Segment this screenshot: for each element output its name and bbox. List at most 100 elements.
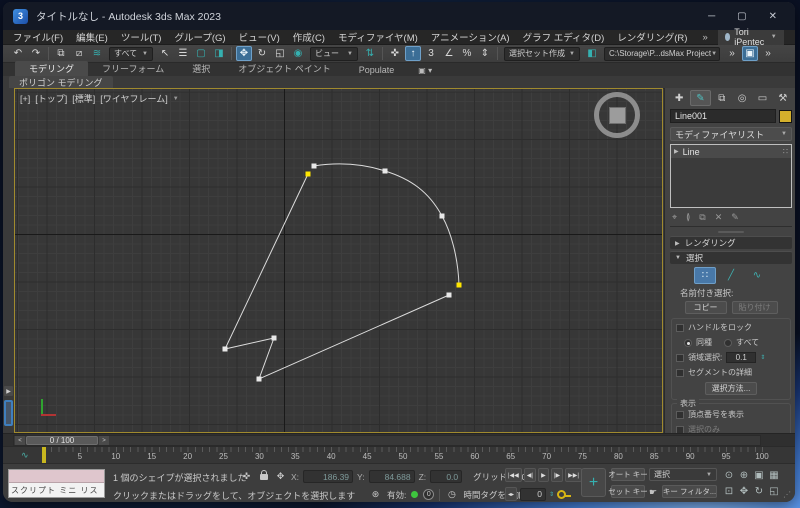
play-button[interactable]: ▶ bbox=[538, 468, 549, 482]
select-place-icon[interactable]: ◉ bbox=[290, 46, 306, 61]
ribbon-tab-3[interactable]: オブジェクト ペイント bbox=[224, 61, 345, 76]
area-selection-checkbox[interactable] bbox=[676, 354, 684, 362]
first-vertex-8[interactable] bbox=[457, 283, 462, 288]
auto-key-button[interactable]: オート キー bbox=[611, 468, 645, 481]
select-by-name-icon[interactable]: ☰ bbox=[175, 46, 191, 61]
keyboard-override-icon[interactable]: ↑ bbox=[405, 46, 421, 61]
undo-icon[interactable]: ↶ bbox=[10, 46, 26, 61]
zoom-all-icon[interactable]: ⊕ bbox=[737, 468, 751, 483]
previous-frame-button[interactable]: ◀| bbox=[524, 468, 536, 482]
mirror-icon[interactable]: ◧ bbox=[584, 46, 600, 61]
absolute-offset-icon[interactable]: ✥ bbox=[274, 470, 287, 483]
paste-button[interactable]: 貼り付け bbox=[732, 301, 778, 314]
vertex-5[interactable] bbox=[312, 164, 317, 169]
redo-icon[interactable]: ↷ bbox=[28, 46, 44, 61]
lock-handles-checkbox[interactable] bbox=[676, 324, 684, 332]
expand-arrow-icon[interactable]: ▶ bbox=[674, 148, 679, 155]
frame-spinner-icon[interactable]: ⇕ bbox=[549, 491, 554, 498]
menu-item-2[interactable]: ツール(T) bbox=[121, 30, 162, 44]
project-folder-combo[interactable]: C:\Storage\P...dsMax Project▼ bbox=[604, 47, 720, 61]
playhead[interactable] bbox=[42, 447, 46, 463]
viewport-top[interactable]: [+][トップ][標準][ワイヤフレーム]▼ bbox=[14, 88, 663, 433]
menu-item-0[interactable]: ファイル(F) bbox=[13, 30, 63, 44]
ribbon-tab-4[interactable]: Populate bbox=[345, 64, 409, 76]
pan-icon[interactable]: ✥ bbox=[737, 484, 751, 499]
percent-snap-icon[interactable]: % bbox=[459, 46, 475, 61]
time-slider-track[interactable]: < 0 / 100 > bbox=[13, 435, 761, 446]
vertex-subobject-button[interactable]: ∷ bbox=[694, 267, 716, 284]
reference-coordinate-combo[interactable]: ビュー▼ bbox=[310, 47, 358, 61]
vertex-6[interactable] bbox=[383, 169, 388, 174]
select-move-icon[interactable]: ✥ bbox=[236, 46, 252, 61]
create-tab[interactable]: ✚ bbox=[670, 90, 688, 106]
maxscript-mini-listener[interactable]: スクリプト ミニ リス bbox=[8, 469, 105, 498]
minimize-button[interactable]: ─ bbox=[708, 11, 715, 22]
menu-item-7[interactable]: アニメーション(A) bbox=[431, 30, 510, 44]
set-key-mode-button[interactable]: セット キー bbox=[611, 485, 645, 498]
modify-tab[interactable]: ✎ bbox=[690, 90, 710, 106]
alike-radio[interactable] bbox=[684, 339, 692, 347]
select-manipulate-icon[interactable]: ✜ bbox=[387, 46, 403, 61]
spline-subobject-button[interactable]: ∿ bbox=[746, 267, 768, 284]
pin-stack-icon[interactable]: ⌖ bbox=[672, 212, 677, 223]
mini-curve-editor-icon[interactable]: ∿ bbox=[21, 450, 29, 461]
snaps-toggle-icon[interactable]: 3 bbox=[423, 46, 439, 61]
use-pivot-center-icon[interactable]: ⇅ bbox=[362, 46, 378, 61]
select-object-icon[interactable]: ↖ bbox=[157, 46, 173, 61]
macro-recorder-row[interactable] bbox=[9, 470, 104, 483]
isolate-selection-icon[interactable]: ✜ bbox=[240, 470, 253, 483]
copy-button[interactable]: コピー bbox=[685, 301, 727, 314]
select-and-link-icon[interactable]: ⧉ bbox=[53, 46, 69, 61]
toolbar-overflow-icon[interactable]: » bbox=[724, 46, 740, 61]
vertex-7[interactable] bbox=[440, 214, 445, 219]
zoom-extents-all-icon[interactable]: ▦ bbox=[767, 468, 781, 483]
window-crossing-icon[interactable]: ◨ bbox=[211, 46, 227, 61]
current-frame-field[interactable]: 0 bbox=[520, 488, 546, 501]
rollout-rendering[interactable]: ▶ レンダリング bbox=[670, 236, 792, 249]
modifier-stack[interactable]: ▶ Line ∷ bbox=[670, 144, 792, 208]
remove-modifier-icon[interactable]: ✕ bbox=[715, 212, 723, 223]
show-end-result-icon[interactable]: ≬ bbox=[686, 212, 690, 223]
object-name-field[interactable]: Line001 bbox=[670, 109, 776, 123]
menu-item-8[interactable]: グラフ エディタ(D) bbox=[523, 30, 605, 44]
zoom-extents-icon[interactable]: ▣ bbox=[752, 468, 766, 483]
display-tab[interactable]: ▭ bbox=[753, 90, 771, 106]
close-button[interactable]: ✕ bbox=[769, 11, 777, 22]
menu-item-3[interactable]: グループ(G) bbox=[174, 30, 225, 44]
menu-item-6[interactable]: モディファイヤ(M) bbox=[338, 30, 418, 44]
rollout-selection[interactable]: ▼ 選択 bbox=[670, 251, 792, 264]
menu-item-9[interactable]: レンダリング(R) bbox=[617, 30, 687, 44]
object-color-swatch[interactable] bbox=[779, 110, 792, 123]
modifier-list-combo[interactable]: モディファイヤリスト ▼ bbox=[670, 127, 792, 141]
globe-icon[interactable]: ⊛ bbox=[369, 488, 382, 501]
stack-item-line[interactable]: ▶ Line ∷ bbox=[671, 145, 791, 158]
notification-badge[interactable]: 0 bbox=[423, 489, 434, 500]
menu-item-5[interactable]: 作成(C) bbox=[293, 30, 325, 44]
menu-item-4[interactable]: ビュー(V) bbox=[239, 30, 280, 44]
save-scene-icon[interactable]: ▣ bbox=[742, 46, 758, 61]
spinner-icon[interactable]: ⇕ bbox=[760, 354, 765, 361]
track-bar[interactable]: ∿ 05101520253035404550556065707580859095… bbox=[3, 446, 795, 463]
listener-row[interactable]: スクリプト ミニ リス bbox=[9, 483, 104, 497]
ribbon-more-icon[interactable]: ▣ ▾ bbox=[418, 66, 432, 76]
y-coordinate-field[interactable]: 84.688 bbox=[369, 470, 415, 483]
select-rotate-icon[interactable]: ↻ bbox=[254, 46, 270, 61]
selection-lock-icon[interactable] bbox=[257, 470, 270, 483]
segment-end-checkbox[interactable] bbox=[676, 369, 684, 377]
bind-to-space-warp-icon[interactable]: ≋ bbox=[89, 46, 105, 61]
zoom-region-icon[interactable]: ⊡ bbox=[722, 484, 736, 499]
unlink-selection-icon[interactable]: ⧄ bbox=[71, 46, 87, 61]
resize-grip[interactable]: ⋰ bbox=[783, 490, 791, 499]
user-account-button[interactable]: Tori iPentec ▼ bbox=[718, 30, 784, 45]
next-frame-button[interactable]: |▶ bbox=[551, 468, 563, 482]
utilities-tab[interactable]: ⚒ bbox=[774, 90, 792, 106]
make-unique-icon[interactable]: ⧉ bbox=[699, 212, 705, 223]
spline-polyline[interactable] bbox=[225, 174, 449, 379]
ribbon-tab-0[interactable]: モデリング bbox=[15, 61, 88, 76]
frame-nudge-button[interactable]: ◂▸ bbox=[505, 487, 517, 501]
key-filters-button[interactable]: キー フィルタ... bbox=[662, 485, 717, 498]
vertex-2[interactable] bbox=[272, 336, 277, 341]
configure-modifier-sets-icon[interactable]: ✎ bbox=[731, 212, 739, 223]
rectangular-region-icon[interactable]: ▢ bbox=[193, 46, 209, 61]
zoom-icon[interactable]: ⊙ bbox=[722, 468, 736, 483]
